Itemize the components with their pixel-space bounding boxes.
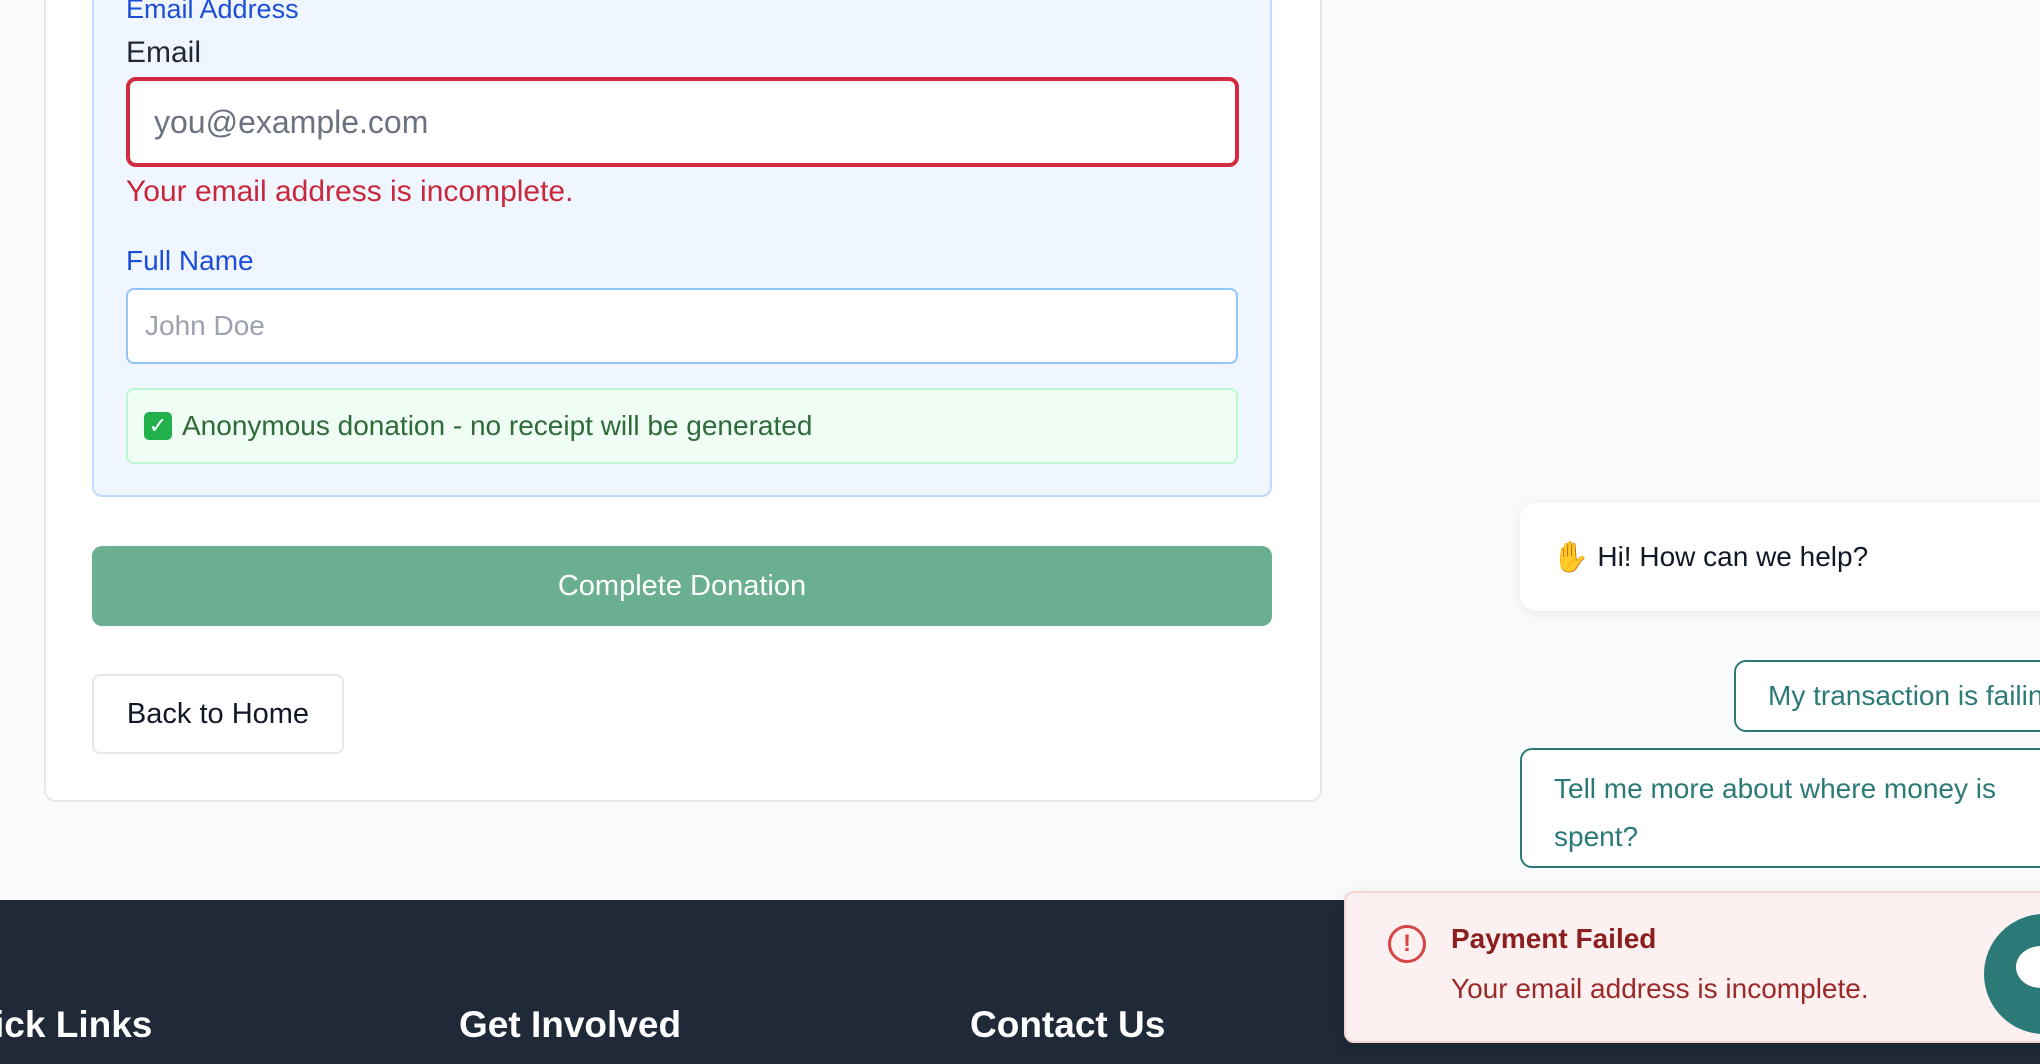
email-section-heading: Email Address (126, 0, 299, 24)
full-name-input[interactable] (126, 288, 1238, 364)
chat-option-transaction-failing[interactable]: My transaction is failin (1734, 660, 2040, 732)
toast-title: Payment Failed (1451, 923, 1657, 954)
payment-failed-toast (1344, 891, 2040, 1043)
chat-greeting-text: Hi! How can we help? (1597, 541, 1869, 572)
footer-heading-contact-us: Contact Us (970, 1004, 1166, 1045)
back-to-home-button[interactable]: Back to Home (92, 674, 344, 754)
waving-hand-icon: ✋ (1552, 540, 1590, 574)
check-box-icon: ✓ (144, 412, 172, 440)
full-name-label: Full Name (126, 245, 254, 276)
complete-donation-button[interactable]: Complete Donation (92, 546, 1272, 626)
email-input[interactable] (126, 77, 1239, 167)
footer-heading-quick-links: ick Links (0, 1004, 153, 1045)
footer-heading-get-involved: Get Involved (459, 1004, 682, 1045)
chat-option-where-money-spent[interactable]: Tell me more about where money is spent? (1520, 748, 2040, 868)
anonymous-donation-note: ✓ Anonymous donation - no receipt will b… (126, 388, 1238, 464)
chat-greeting-bubble: ✋ Hi! How can we help? (1520, 503, 2040, 611)
toast-message: Your email address is incomplete. (1451, 973, 1869, 1004)
email-error-message: Your email address is incomplete. (126, 175, 574, 208)
alert-circle-icon: ! (1388, 925, 1426, 963)
email-label: Email (126, 36, 202, 69)
anonymous-note-text: Anonymous donation - no receipt will be … (182, 410, 813, 441)
